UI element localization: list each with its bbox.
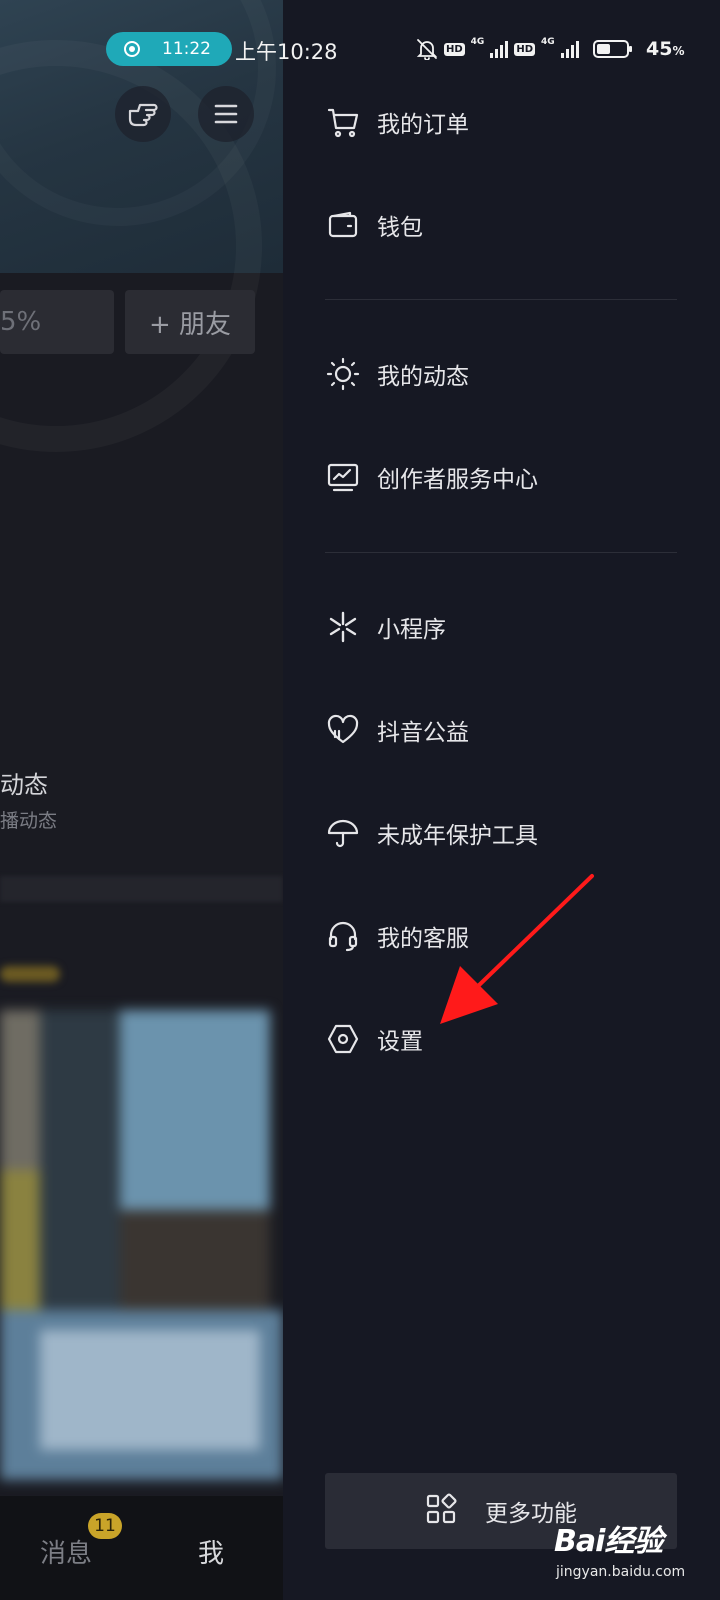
- hd-badge: HD: [444, 42, 465, 56]
- pointing-hand-icon: [128, 103, 158, 127]
- network-type: 4G: [541, 37, 555, 47]
- grid-icon: [425, 1493, 457, 1529]
- messages-badge: 11: [88, 1513, 122, 1539]
- menu-item-creator-center[interactable]: 创作者服务中心: [325, 447, 675, 507]
- activity-title: 动态: [0, 771, 48, 799]
- clock: 上午10:28: [235, 40, 338, 64]
- menu-label: 钱包: [377, 215, 423, 241]
- heart-icon: [325, 712, 361, 748]
- blurred-tabs: [0, 876, 283, 902]
- spark-icon: [325, 609, 361, 645]
- network-type: 4G: [470, 37, 485, 47]
- sun-icon: [325, 356, 361, 392]
- menu-label: 创作者服务中心: [377, 467, 538, 493]
- add-friend-button[interactable]: + 朋友: [125, 290, 255, 354]
- hamburger-icon: [214, 104, 238, 124]
- menu-item-charity[interactable]: 抖音公益: [325, 700, 675, 760]
- battery-percent: 45%: [646, 38, 685, 60]
- nav-messages[interactable]: 消息: [40, 1533, 92, 1570]
- bell-muted-icon: [416, 39, 438, 60]
- status-icons: HD 4G HD 4G: [416, 36, 632, 62]
- follower-percent: 5%: [0, 290, 114, 354]
- blurred-highlight: [0, 966, 60, 982]
- headset-icon: [325, 918, 361, 954]
- menu-label: 我的订单: [377, 112, 469, 138]
- battery-icon: [592, 40, 632, 58]
- record-icon: [124, 41, 140, 57]
- menu-item-orders[interactable]: 我的订单: [325, 92, 675, 152]
- menu-label: 设置: [377, 1029, 423, 1055]
- umbrella-icon: [325, 815, 361, 851]
- annotation-arrow-icon: [440, 874, 594, 1024]
- monitor-chart-icon: [325, 459, 361, 495]
- menu-label: 抖音公益: [377, 720, 469, 746]
- cart-icon: [325, 104, 361, 140]
- watermark-logo: Bai经验: [554, 1524, 663, 1559]
- menu-label: 未成年保护工具: [377, 823, 538, 849]
- menu-label: 小程序: [377, 617, 446, 643]
- screen-recording-indicator[interactable]: 11:22: [106, 32, 232, 66]
- divider: [325, 299, 677, 300]
- divider: [325, 552, 677, 553]
- signal-bars-icon: [560, 40, 579, 58]
- watermark-url: jingyan.baidu.com: [556, 1564, 686, 1580]
- menu-item-wallet[interactable]: 钱包: [325, 195, 675, 255]
- menu-item-mini-programs[interactable]: 小程序: [325, 597, 675, 657]
- activity-subtitle: 播动态: [0, 810, 58, 832]
- menu-label: 我的动态: [377, 364, 469, 390]
- menu-item-my-activity[interactable]: 我的动态: [325, 344, 675, 404]
- blurred-video-grid: [0, 1010, 283, 1480]
- menu-item-minor-protection[interactable]: 未成年保护工具: [325, 803, 675, 863]
- signal-bars-icon: [490, 40, 509, 58]
- hd-badge: HD: [514, 42, 535, 56]
- wallet-icon: [325, 207, 361, 243]
- baidu-jingyan-watermark: Bai经验 jingyan.baidu.com: [554, 1512, 714, 1592]
- hexagon-settings-icon: [325, 1021, 361, 1057]
- status-bar: 11:22 上午10:28 HD 4G HD 4G 45%: [0, 0, 720, 100]
- recording-time: 11:22: [162, 39, 211, 59]
- profile-page-background: 5% + 朋友 动态 播动态 消息 11 我: [0, 0, 283, 1600]
- nav-me[interactable]: 我: [198, 1533, 224, 1570]
